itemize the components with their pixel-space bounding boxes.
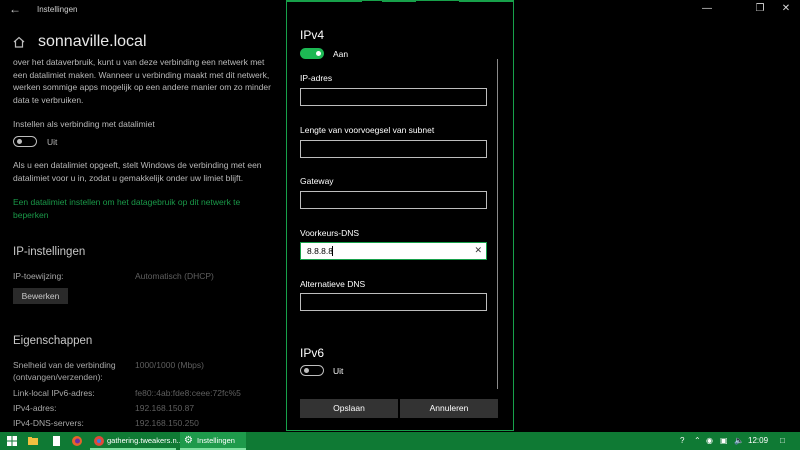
ipv6-heading: IPv6: [300, 346, 325, 360]
chrome-icon: [94, 436, 104, 446]
ipv4-state: Aan: [333, 49, 349, 59]
data-limit-link[interactable]: Een datalimiet instellen om het datagebr…: [13, 196, 263, 221]
prop-value: 192.168.150.87: [135, 403, 195, 413]
field-label: Lengte van voorvoegsel van subnet: [300, 125, 435, 135]
prop-label: Snelheid van de verbinding (ontvangen/ve…: [13, 360, 116, 382]
preferred-dns-value: 8.8.8.8: [307, 246, 333, 256]
ip-address-input[interactable]: [300, 88, 487, 106]
alternate-dns-input[interactable]: [300, 293, 487, 311]
taskbar-task-label: Instellingen: [197, 436, 235, 445]
ip-assign-value: Automatisch (DHCP): [135, 271, 214, 281]
toggle-knob: [316, 51, 321, 56]
document-icon[interactable]: [50, 435, 62, 447]
dialog-accent-line: [287, 0, 362, 2]
notification-icon[interactable]: □: [780, 435, 785, 447]
restore-icon[interactable]: ❐: [753, 3, 767, 15]
file-explorer-icon[interactable]: [27, 435, 39, 447]
network-icon[interactable]: ▣: [720, 435, 728, 447]
metered-label: Instellen als verbinding met datalimiet: [13, 119, 155, 129]
gateway-input[interactable]: [300, 191, 487, 209]
field-label: Voorkeurs-DNS: [300, 228, 360, 238]
metered-toggle[interactable]: [13, 136, 37, 147]
save-button[interactable]: Opslaan: [300, 399, 398, 418]
field-label: Gateway: [300, 176, 334, 186]
taskbar: gathering.tweakers.n... ⚙ Instellingen ?…: [0, 432, 800, 450]
dialog-scrollbar[interactable]: [497, 59, 498, 389]
ip-assign-label: IP-toewijzing:: [13, 271, 64, 281]
steam-icon[interactable]: ◉: [706, 435, 713, 447]
taskbar-task-settings[interactable]: ⚙ Instellingen: [180, 432, 246, 450]
metered-state: Uit: [47, 137, 58, 147]
chevron-up-icon[interactable]: ⌃: [694, 435, 701, 447]
cancel-button[interactable]: Annuleren: [400, 399, 498, 418]
close-icon[interactable]: ✕: [779, 3, 793, 15]
toggle-knob: [17, 139, 22, 144]
dialog-accent-line: [459, 0, 514, 2]
volume-icon[interactable]: 🔈: [734, 435, 744, 447]
field-label: Alternatieve DNS: [300, 279, 366, 289]
help-icon[interactable]: ?: [680, 435, 684, 447]
preferred-dns-input[interactable]: 8.8.8.8 ✕: [300, 242, 487, 260]
field-label: IP-adres: [300, 73, 333, 83]
toggle-knob: [304, 368, 309, 373]
windows-start-icon[interactable]: [6, 435, 18, 447]
subnet-prefix-input[interactable]: [300, 140, 487, 158]
ipv4-heading: IPv4: [300, 28, 325, 42]
ipv6-state: Uit: [333, 366, 344, 376]
prop-label: Link-local IPv6-adres:: [13, 388, 95, 398]
edit-button[interactable]: Bewerken: [13, 288, 68, 304]
app-title: Instellingen: [37, 5, 78, 14]
prop-label: IPv4-adres:: [13, 403, 57, 413]
ipv4-toggle[interactable]: [300, 48, 324, 59]
metered-intro-text: over het dataverbruik, kunt u van deze v…: [13, 57, 271, 105]
taskbar-task-label: gathering.tweakers.n...: [107, 436, 183, 445]
settings-gear-icon: ⚙: [184, 435, 193, 446]
prop-value: 1000/1000 (Mbps): [135, 360, 204, 370]
ip-settings-dialog: IPv4 Aan IP-adres Lengte van voorvoegsel…: [286, 0, 514, 431]
data-limit-text: Als u een datalimiet opgeeft, stelt Wind…: [13, 160, 262, 183]
text-caret: [332, 246, 333, 256]
properties-heading: Eigenschappen: [13, 335, 93, 347]
clear-icon[interactable]: ✕: [474, 245, 482, 256]
home-icon: [13, 36, 25, 48]
minimize-icon[interactable]: —: [700, 3, 714, 15]
page-title: sonnaville.local: [38, 33, 147, 50]
taskbar-task-browser[interactable]: gathering.tweakers.n...: [90, 432, 183, 450]
clock[interactable]: 12:09: [748, 435, 768, 447]
prop-value: fe80::4ab:fde8:ceee:72fc%5: [135, 388, 241, 398]
ip-settings-heading: IP-instellingen: [13, 246, 86, 258]
prop-label: IPv4-DNS-servers:: [13, 418, 84, 428]
ipv6-toggle[interactable]: [300, 365, 324, 376]
back-arrow-icon[interactable]: ←: [9, 3, 21, 15]
firefox-icon[interactable]: [71, 435, 83, 447]
dialog-accent-line: [382, 0, 416, 2]
prop-value: 192.168.150.250: [135, 418, 199, 428]
